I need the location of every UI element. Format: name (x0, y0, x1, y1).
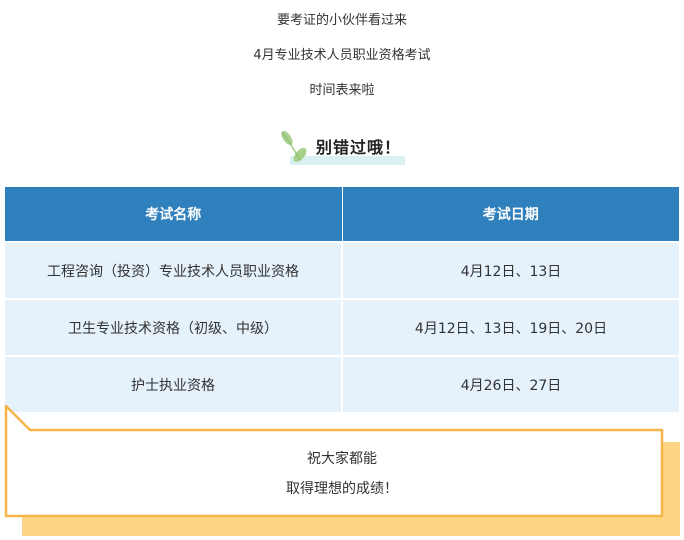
heading-text: 别错过哦！ (316, 138, 402, 157)
table-row: 工程咨询（投资）专业技术人员职业资格 4月12日、13日 (5, 241, 679, 299)
exam-name-cell: 卫生专业技术资格（初级、中级） (5, 298, 343, 356)
leaf-icon (281, 131, 307, 163)
table-header-row: 考试名称 考试日期 (5, 187, 679, 242)
table-row: 卫生专业技术资格（初级、中级） 4月12日、13日、19日、20日 (5, 298, 679, 356)
intro-line-1: 要考证的小伙伴看过来 (276, 13, 407, 28)
exam-schedule-table: 考试名称 考试日期 工程咨询（投资）专业技术人员职业资格 4月12日、13日 卫… (5, 187, 679, 412)
section-heading: 别错过哦！ (276, 128, 406, 168)
intro-line-3: 时间表来啦 (309, 83, 375, 98)
exam-name-cell: 工程咨询（投资）专业技术人员职业资格 (5, 241, 343, 299)
exam-date-cell: 4月12日、13日、19日、20日 (342, 298, 679, 356)
card-line-2: 取得理想的成绩！ (286, 481, 398, 497)
card-line-1: 祝大家都能 (307, 451, 377, 467)
header-exam-name: 考试名称 (5, 187, 343, 242)
exam-date-cell: 4月12日、13日 (342, 241, 679, 299)
intro-line-2: 4月专业技术人员职业资格考试 (253, 48, 431, 63)
header-exam-date: 考试日期 (342, 187, 679, 242)
